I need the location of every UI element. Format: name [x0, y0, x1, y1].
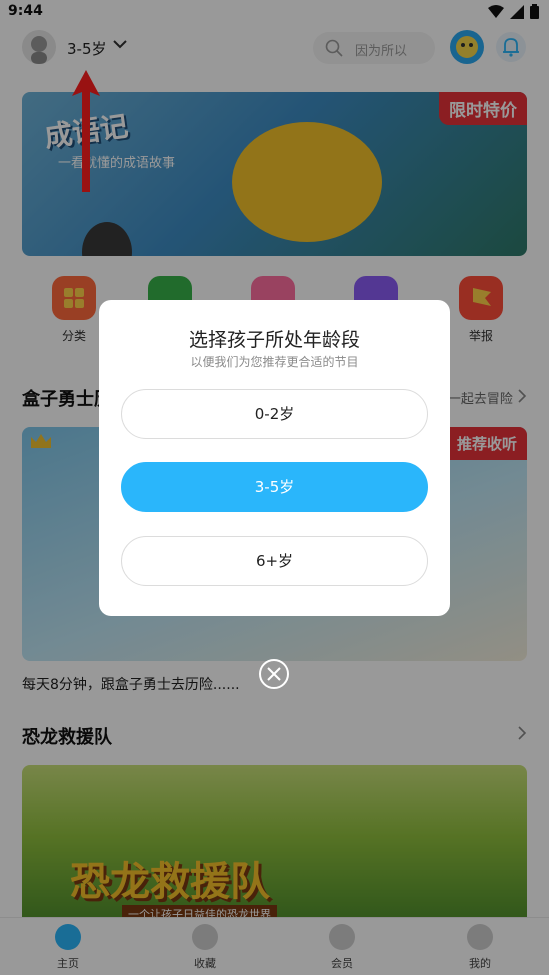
age-option-0-2[interactable]: 0-2岁: [121, 389, 428, 439]
dialog-title: 选择孩子所处年龄段: [188, 329, 360, 351]
close-icon: [267, 667, 281, 681]
age-select-dialog: 选择孩子所处年龄段 以便我们为您推荐更合适的节目 0-2岁 3-5岁 6+岁: [99, 300, 450, 616]
age-option-3-5[interactable]: 3-5岁: [121, 462, 428, 512]
close-dialog-button[interactable]: [259, 659, 289, 689]
age-option-6-plus[interactable]: 6+岁: [121, 536, 428, 586]
dialog-subtitle: 以便我们为您推荐更合适的节目: [190, 355, 359, 369]
